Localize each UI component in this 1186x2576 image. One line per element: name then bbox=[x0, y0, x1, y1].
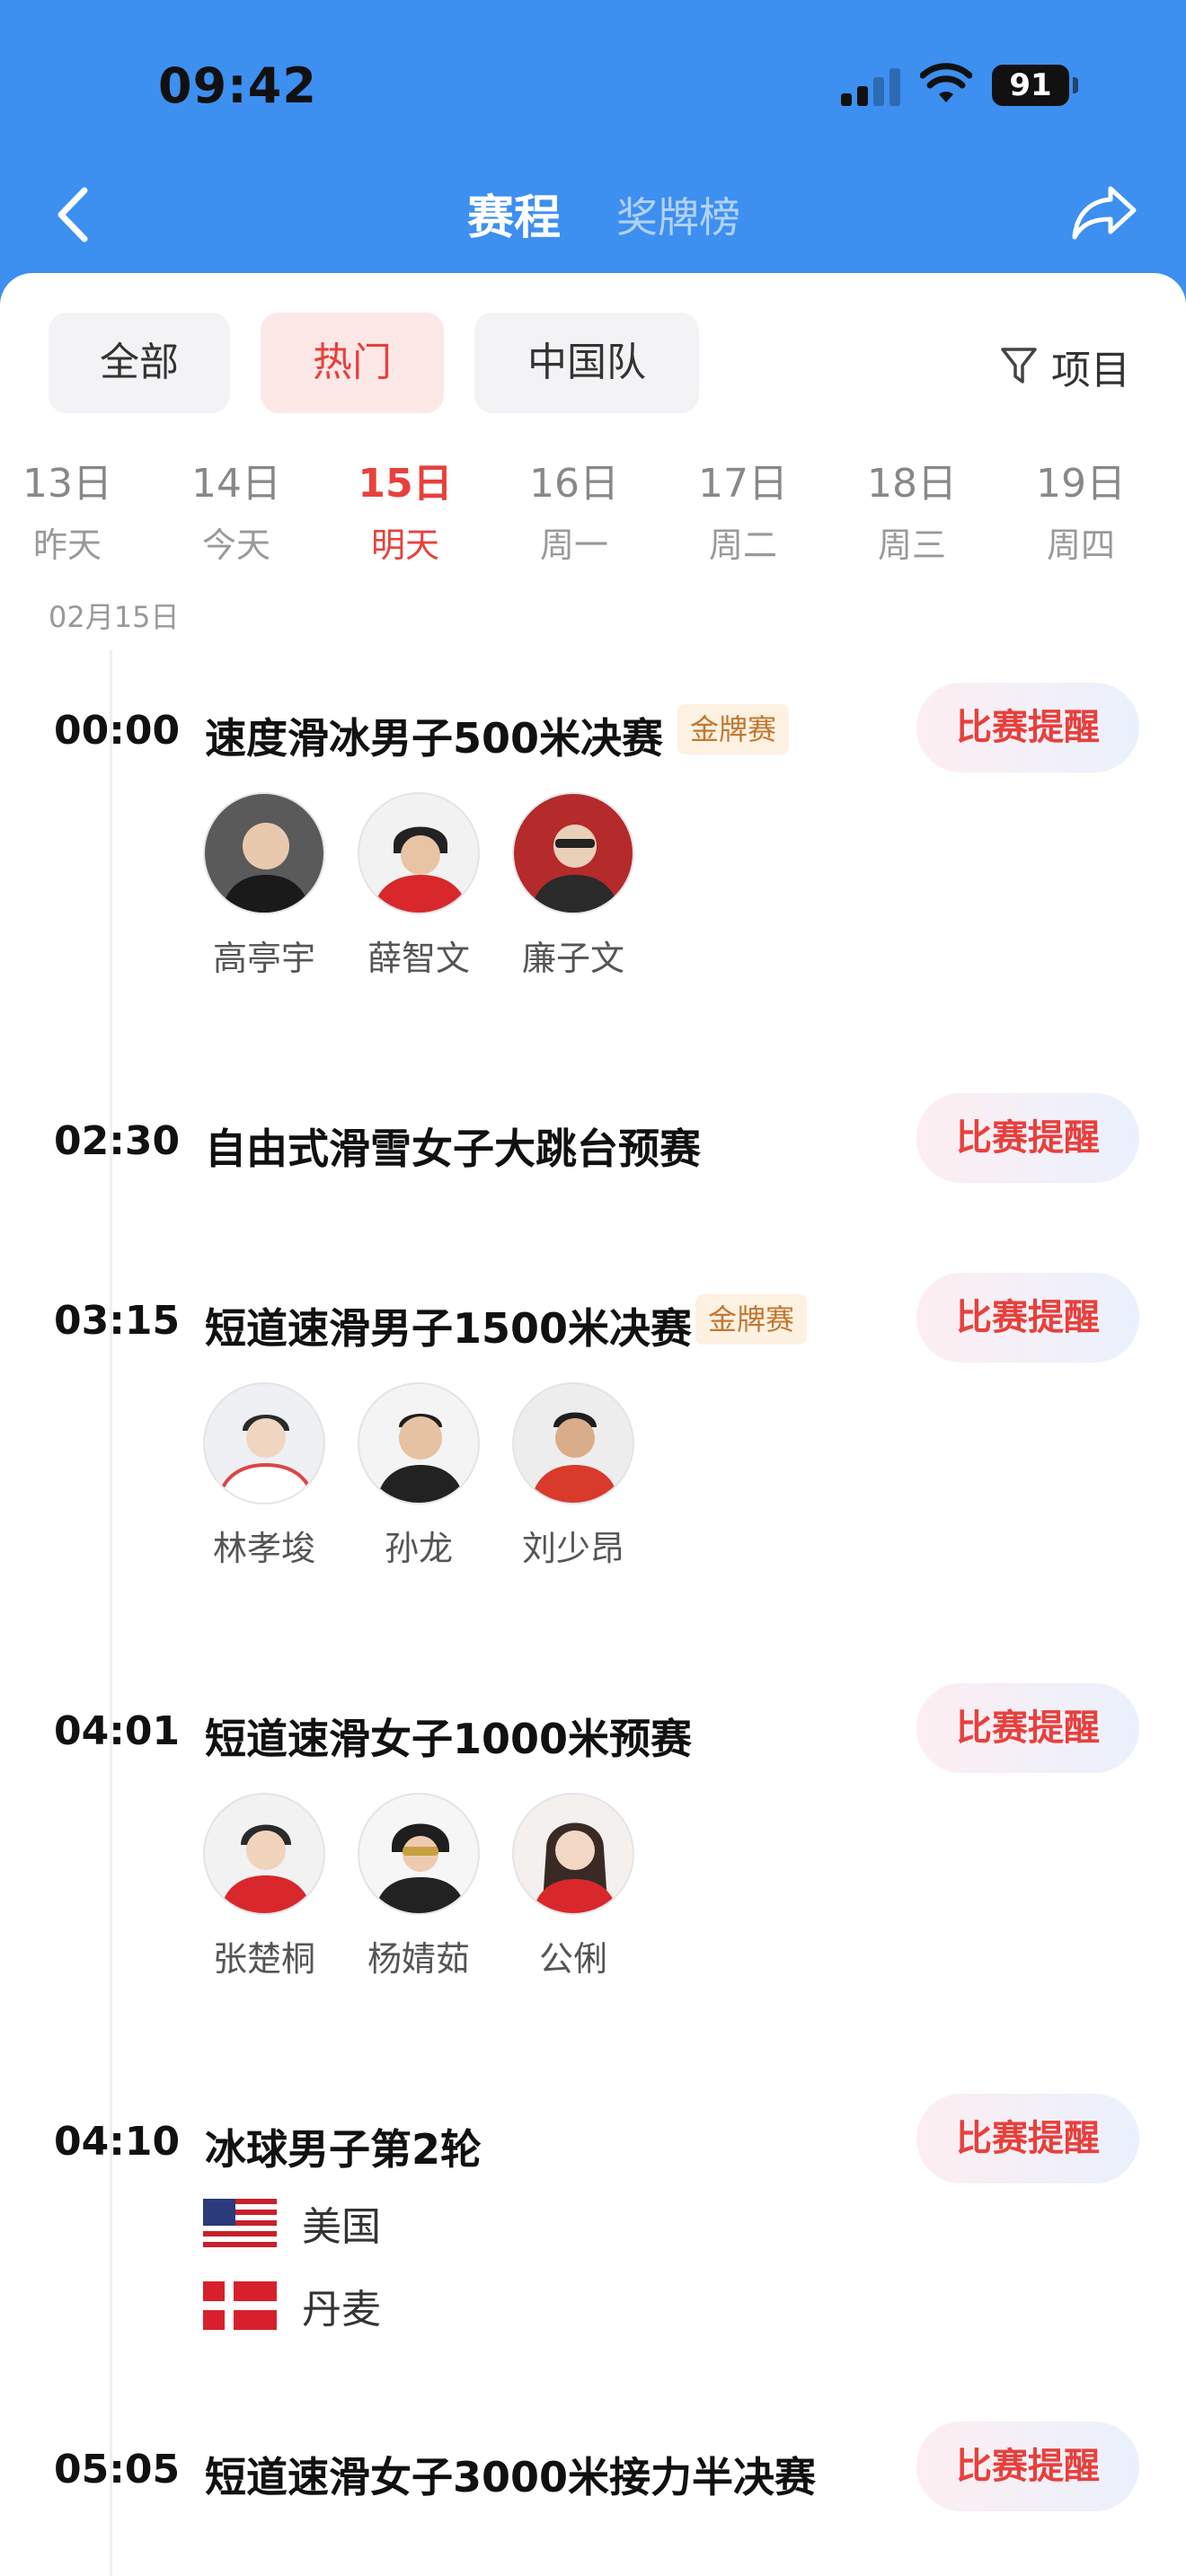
athlete[interactable]: 薛智文 bbox=[358, 792, 480, 980]
date-weekday: 明天 bbox=[370, 525, 439, 565]
event-title[interactable]: 短道速滑男子1500米决赛 bbox=[205, 1296, 692, 1355]
date-strip: 13日 昨天 14日 今天 15日 明天 16日 周一 17日 周二 18日 周… bbox=[0, 451, 1186, 568]
athlete-name: 廉子文 bbox=[521, 939, 624, 978]
filter-hot[interactable]: 热门 bbox=[261, 313, 444, 413]
athlete-name: 孙龙 bbox=[384, 1529, 453, 1568]
remind-button[interactable]: 比赛提醒 bbox=[916, 1273, 1139, 1363]
athlete-name: 张楚桐 bbox=[212, 1939, 315, 1979]
top-nav: 赛程 奖牌榜 bbox=[0, 162, 1186, 269]
tab-medal-table[interactable]: 奖牌榜 bbox=[616, 185, 740, 244]
filter-all[interactable]: 全部 bbox=[49, 313, 230, 413]
date-weekday: 周二 bbox=[708, 525, 777, 565]
battery-icon: 91 bbox=[992, 65, 1069, 106]
schedule-panel: 全部 热门 中国队 项目 13日 昨天 14日 今天 15日 明天 16日 周一… bbox=[0, 273, 1186, 2576]
project-filter-button[interactable]: 项目 bbox=[999, 338, 1130, 395]
gold-medal-badge: 金牌赛 bbox=[677, 704, 790, 754]
date-weekday: 周一 bbox=[539, 525, 608, 565]
filter-china-team[interactable]: 中国队 bbox=[474, 313, 699, 413]
event-title[interactable]: 速度滑冰男子500米决赛 bbox=[205, 706, 663, 765]
share-icon[interactable] bbox=[1071, 181, 1139, 244]
date-item-selected[interactable]: 15日 明天 bbox=[338, 451, 473, 567]
athlete[interactable]: 杨婧茹 bbox=[358, 1793, 480, 1981]
date-item[interactable]: 13日 昨天 bbox=[0, 451, 135, 567]
timeline-line bbox=[110, 650, 112, 2576]
athlete-name: 高亭宇 bbox=[212, 939, 315, 978]
date-item[interactable]: 19日 周四 bbox=[1013, 451, 1148, 567]
tab-schedule[interactable]: 赛程 bbox=[467, 180, 561, 247]
date-day: 13日 bbox=[22, 461, 112, 507]
team-row[interactable]: 美国 bbox=[203, 2194, 381, 2252]
wifi-icon bbox=[920, 63, 972, 102]
remind-button[interactable]: 比赛提醒 bbox=[916, 683, 1139, 772]
team-name: 美国 bbox=[302, 2204, 381, 2250]
remind-button[interactable]: 比赛提醒 bbox=[916, 2422, 1139, 2511]
denmark-flag-icon bbox=[203, 2281, 277, 2330]
day-label: 02月15日 bbox=[49, 600, 180, 634]
date-day: 14日 bbox=[191, 461, 281, 507]
athlete-avatar bbox=[203, 792, 325, 914]
athlete[interactable]: 刘少昂 bbox=[512, 1382, 634, 1570]
athlete[interactable]: 林孝埈 bbox=[203, 1382, 325, 1570]
back-arrow-icon[interactable] bbox=[47, 183, 101, 246]
remind-button[interactable]: 比赛提醒 bbox=[916, 2094, 1139, 2183]
cellular-signal-icon bbox=[841, 66, 900, 106]
athlete-name: 刘少昂 bbox=[521, 1529, 624, 1568]
athlete-name: 公俐 bbox=[538, 1939, 607, 1979]
event-time: 03:15 bbox=[54, 1298, 181, 1344]
event-title[interactable]: 短道速滑女子3000米接力半决赛 bbox=[205, 2445, 816, 2504]
date-day: 17日 bbox=[698, 461, 788, 507]
usa-flag-icon bbox=[203, 2199, 277, 2247]
athlete-avatar bbox=[203, 1382, 325, 1504]
date-item[interactable]: 17日 周二 bbox=[676, 451, 810, 567]
event-title[interactable]: 短道速滑女子1000米预赛 bbox=[205, 1707, 692, 1766]
remind-button[interactable]: 比赛提醒 bbox=[916, 1683, 1139, 1773]
athlete-avatar bbox=[358, 1382, 480, 1504]
athlete-avatar bbox=[512, 1793, 634, 1915]
filter-funnel-icon bbox=[1001, 348, 1037, 384]
athlete-avatar bbox=[358, 1793, 480, 1915]
status-time: 09:42 bbox=[158, 57, 317, 114]
event-time: 04:10 bbox=[54, 2119, 181, 2165]
team-name: 丹麦 bbox=[302, 2287, 381, 2333]
athlete-avatar bbox=[203, 1793, 325, 1915]
battery-tip bbox=[1073, 77, 1078, 93]
athlete-avatar bbox=[358, 792, 480, 914]
event-title[interactable]: 自由式滑雪女子大跳台预赛 bbox=[205, 1116, 701, 1176]
athlete[interactable]: 孙龙 bbox=[358, 1382, 480, 1570]
athlete[interactable]: 廉子文 bbox=[512, 792, 634, 980]
date-item[interactable]: 18日 周三 bbox=[845, 451, 979, 567]
status-bar: 09:42 91 bbox=[0, 0, 1186, 162]
date-weekday: 昨天 bbox=[32, 525, 102, 565]
athlete-name: 杨婧茹 bbox=[367, 1939, 470, 1979]
date-weekday: 周三 bbox=[877, 525, 946, 565]
athlete[interactable]: 高亭宇 bbox=[203, 792, 325, 980]
athlete-avatar bbox=[512, 792, 634, 914]
event-time: 00:00 bbox=[54, 708, 181, 754]
remind-button[interactable]: 比赛提醒 bbox=[916, 1093, 1139, 1183]
athlete[interactable]: 张楚桐 bbox=[203, 1793, 325, 1981]
athlete[interactable]: 公俐 bbox=[512, 1793, 634, 1981]
date-weekday: 今天 bbox=[201, 525, 270, 565]
date-item[interactable]: 14日 今天 bbox=[169, 451, 304, 567]
date-day: 15日 bbox=[358, 461, 453, 507]
date-item[interactable]: 16日 周一 bbox=[507, 451, 642, 567]
gold-medal-badge: 金牌赛 bbox=[695, 1294, 808, 1345]
event-time: 04:01 bbox=[54, 1708, 181, 1754]
project-filter-label: 项目 bbox=[1051, 348, 1130, 393]
event-time: 02:30 bbox=[54, 1118, 181, 1164]
date-day: 19日 bbox=[1036, 461, 1126, 507]
team-row[interactable]: 丹麦 bbox=[203, 2277, 381, 2334]
date-weekday: 周四 bbox=[1046, 525, 1115, 565]
event-time: 05:05 bbox=[54, 2447, 181, 2492]
athlete-name: 林孝埈 bbox=[212, 1529, 315, 1568]
date-day: 16日 bbox=[529, 461, 619, 507]
athlete-name: 薛智文 bbox=[367, 939, 470, 978]
athlete-avatar bbox=[512, 1382, 634, 1504]
date-day: 18日 bbox=[867, 461, 957, 507]
event-title[interactable]: 冰球男子第2轮 bbox=[205, 2117, 482, 2176]
